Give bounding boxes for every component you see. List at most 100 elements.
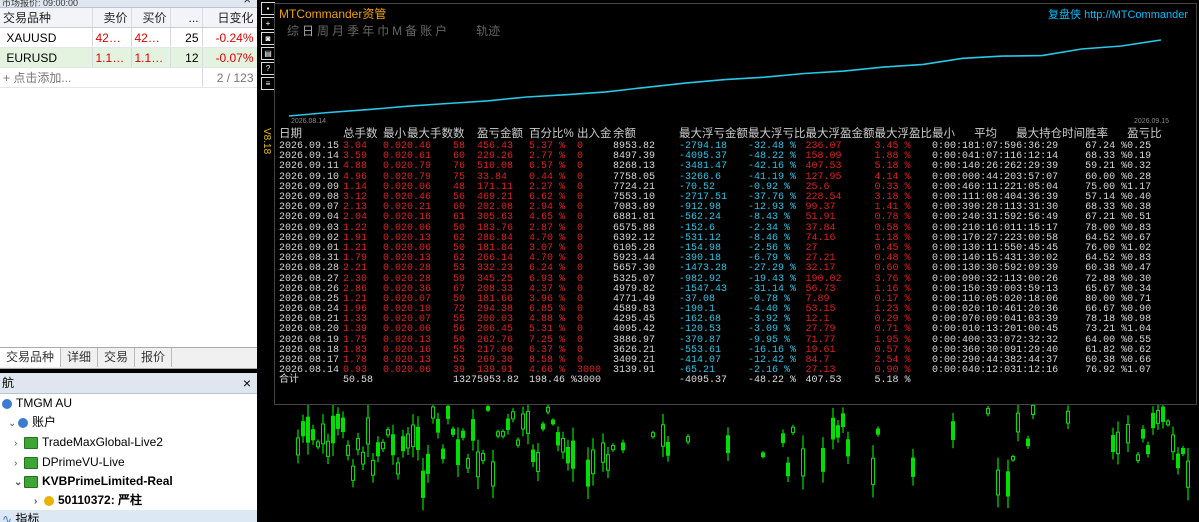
column-header[interactable]: 交易品种: [0, 8, 93, 28]
tab-details[interactable]: 详细: [61, 348, 99, 367]
candle-body: [561, 437, 565, 453]
candle-body: [411, 424, 415, 448]
candle-body: [1066, 410, 1070, 424]
column-header[interactable]: 总手数: [343, 126, 383, 142]
column-header[interactable]: 最大浮盈比: [875, 126, 933, 142]
candle-body: [546, 406, 550, 413]
candle-body: [621, 442, 625, 451]
candle-body: [951, 421, 955, 440]
candle-body: [521, 413, 525, 430]
total-cell: [932, 376, 974, 386]
tree-account[interactable]: › 50110372: 严柱: [0, 491, 257, 510]
tree-root[interactable]: TMGM AU: [0, 394, 257, 413]
table-cell: 2:56:49: [1016, 212, 1059, 224]
table-cell: 0: [577, 263, 584, 275]
add-symbol-label[interactable]: + 点击添加...: [0, 67, 203, 88]
column-header[interactable]: 日期: [279, 126, 343, 142]
column-header[interactable]: 最大浮亏金额: [679, 126, 748, 142]
candle-body: [1136, 454, 1140, 461]
candle-body: [446, 405, 450, 419]
column-header[interactable]: 日变化: [202, 8, 257, 28]
brand-label[interactable]: 复盘侠 http://MTCommander: [1048, 6, 1188, 22]
candle-body: [536, 452, 540, 472]
table-row[interactable]: EURUSD 1.15... 1.15... 12 -0.07%: [0, 47, 257, 68]
chevron-right-icon[interactable]: ›: [14, 434, 24, 453]
chevron-right-icon[interactable]: ›: [34, 492, 44, 511]
change-cell: -0.24%: [202, 27, 257, 48]
candle-body: [311, 429, 315, 441]
total-cell: 5953.82: [477, 375, 520, 387]
close-icon[interactable]: ×: [243, 0, 251, 6]
candle-body: [486, 406, 490, 411]
table-cell: 0.78 %: [874, 212, 911, 224]
table-cell: 4.65 %: [529, 212, 566, 224]
candle-body: [306, 416, 310, 443]
candle-body: [661, 424, 665, 447]
panel-title: MTCommander资管: [279, 7, 387, 21]
accounts-label: 账户: [32, 415, 57, 429]
total-cell: 合计: [279, 375, 299, 387]
settings-icon[interactable]: ≡: [261, 77, 275, 90]
chevron-down-icon[interactable]: ⌄: [14, 473, 24, 492]
table-row[interactable]: XAUUSD 4282... 4282... 25 -0.24%: [0, 27, 257, 48]
chart-icon[interactable]: ▤: [261, 47, 275, 60]
table-cell: 0.51: [1127, 212, 1152, 224]
candle-body: [801, 448, 805, 477]
column-header[interactable]: 盈亏比: [1127, 126, 1162, 142]
indicator-icon: ∿: [2, 512, 13, 522]
navigator-panel: 航 × TMGM AU ⌄ 账户 › TradeMaxGlobal-Live2 › DP…: [0, 373, 257, 522]
column-header[interactable]: 最大浮盈金额: [806, 126, 875, 142]
column-header[interactable]: 最大手数: [407, 126, 453, 142]
symbol-count: 2 / 123: [202, 67, 257, 88]
table-cell: 2026.09.04: [279, 212, 340, 224]
add-symbol-row[interactable]: + 点击添加... 2 / 123: [0, 67, 257, 88]
candle-body: [511, 411, 515, 420]
box-icon[interactable]: ▪: [261, 2, 275, 15]
table-cell: 6.24 %: [529, 263, 566, 275]
tree-indicators[interactable]: ∿ 指标: [0, 510, 257, 522]
candle-body: [381, 441, 385, 450]
column-header[interactable]: 卖价: [92, 8, 132, 28]
mtcommander-panel: MTCommander资管 复盘侠 http://MTCommander 综日周…: [274, 3, 1197, 405]
column-header[interactable]: 最小: [932, 126, 974, 142]
column-header[interactable]: 最大浮亏比: [748, 126, 806, 142]
tab-trading[interactable]: 交易: [98, 348, 136, 367]
column-header[interactable]: 平均: [974, 126, 1016, 142]
crosshair-icon[interactable]: +: [261, 17, 275, 30]
candle-body: [1126, 424, 1130, 444]
tree-accounts[interactable]: ⌄ 账户: [0, 413, 257, 432]
column-header[interactable]: 余额: [613, 126, 679, 142]
chevron-down-icon[interactable]: ⌄: [8, 414, 18, 433]
candle-body: [1141, 428, 1145, 439]
tree-server[interactable]: › DPrimeVU-Live: [0, 453, 257, 472]
candle-body: [431, 406, 435, 419]
candle-body: [1116, 431, 1120, 455]
camera-icon[interactable]: ◙: [261, 32, 275, 45]
column-header[interactable]: 最小: [383, 126, 407, 142]
total-cell: 50.58: [343, 375, 374, 387]
info-icon[interactable]: ?: [261, 62, 275, 75]
candle-body: [1156, 409, 1160, 424]
table-cell: 1.07: [1127, 365, 1152, 377]
total-cell: -4095.37: [679, 375, 728, 387]
total-cell: [974, 376, 1016, 386]
column-header[interactable]: 最大持仓时间: [1016, 126, 1085, 142]
total-cell: 3000: [577, 375, 602, 387]
column-header[interactable]: 数: [453, 126, 477, 142]
tab-symbols[interactable]: 交易品种: [0, 348, 62, 367]
candle-body: [501, 431, 505, 437]
close-icon[interactable]: ×: [243, 373, 251, 393]
candle-body: [456, 439, 460, 466]
column-header[interactable]: 胜率: [1085, 126, 1127, 142]
total-cell: 198.46 %: [529, 375, 578, 387]
tab-ticks[interactable]: 报价: [135, 348, 173, 367]
column-header[interactable]: 出入金: [577, 126, 613, 142]
tree-server[interactable]: ⌄ KVBPrimeLimited-Real: [0, 472, 257, 491]
chevron-right-icon[interactable]: ›: [14, 454, 24, 473]
column-header[interactable]: ...: [170, 8, 203, 28]
table-cell: 0.06: [407, 365, 432, 377]
column-header[interactable]: 盈亏金额: [477, 126, 529, 142]
tree-server[interactable]: › TradeMaxGlobal-Live2: [0, 433, 257, 452]
column-header[interactable]: 买价: [131, 8, 171, 28]
column-header[interactable]: 百分比%: [529, 126, 577, 142]
